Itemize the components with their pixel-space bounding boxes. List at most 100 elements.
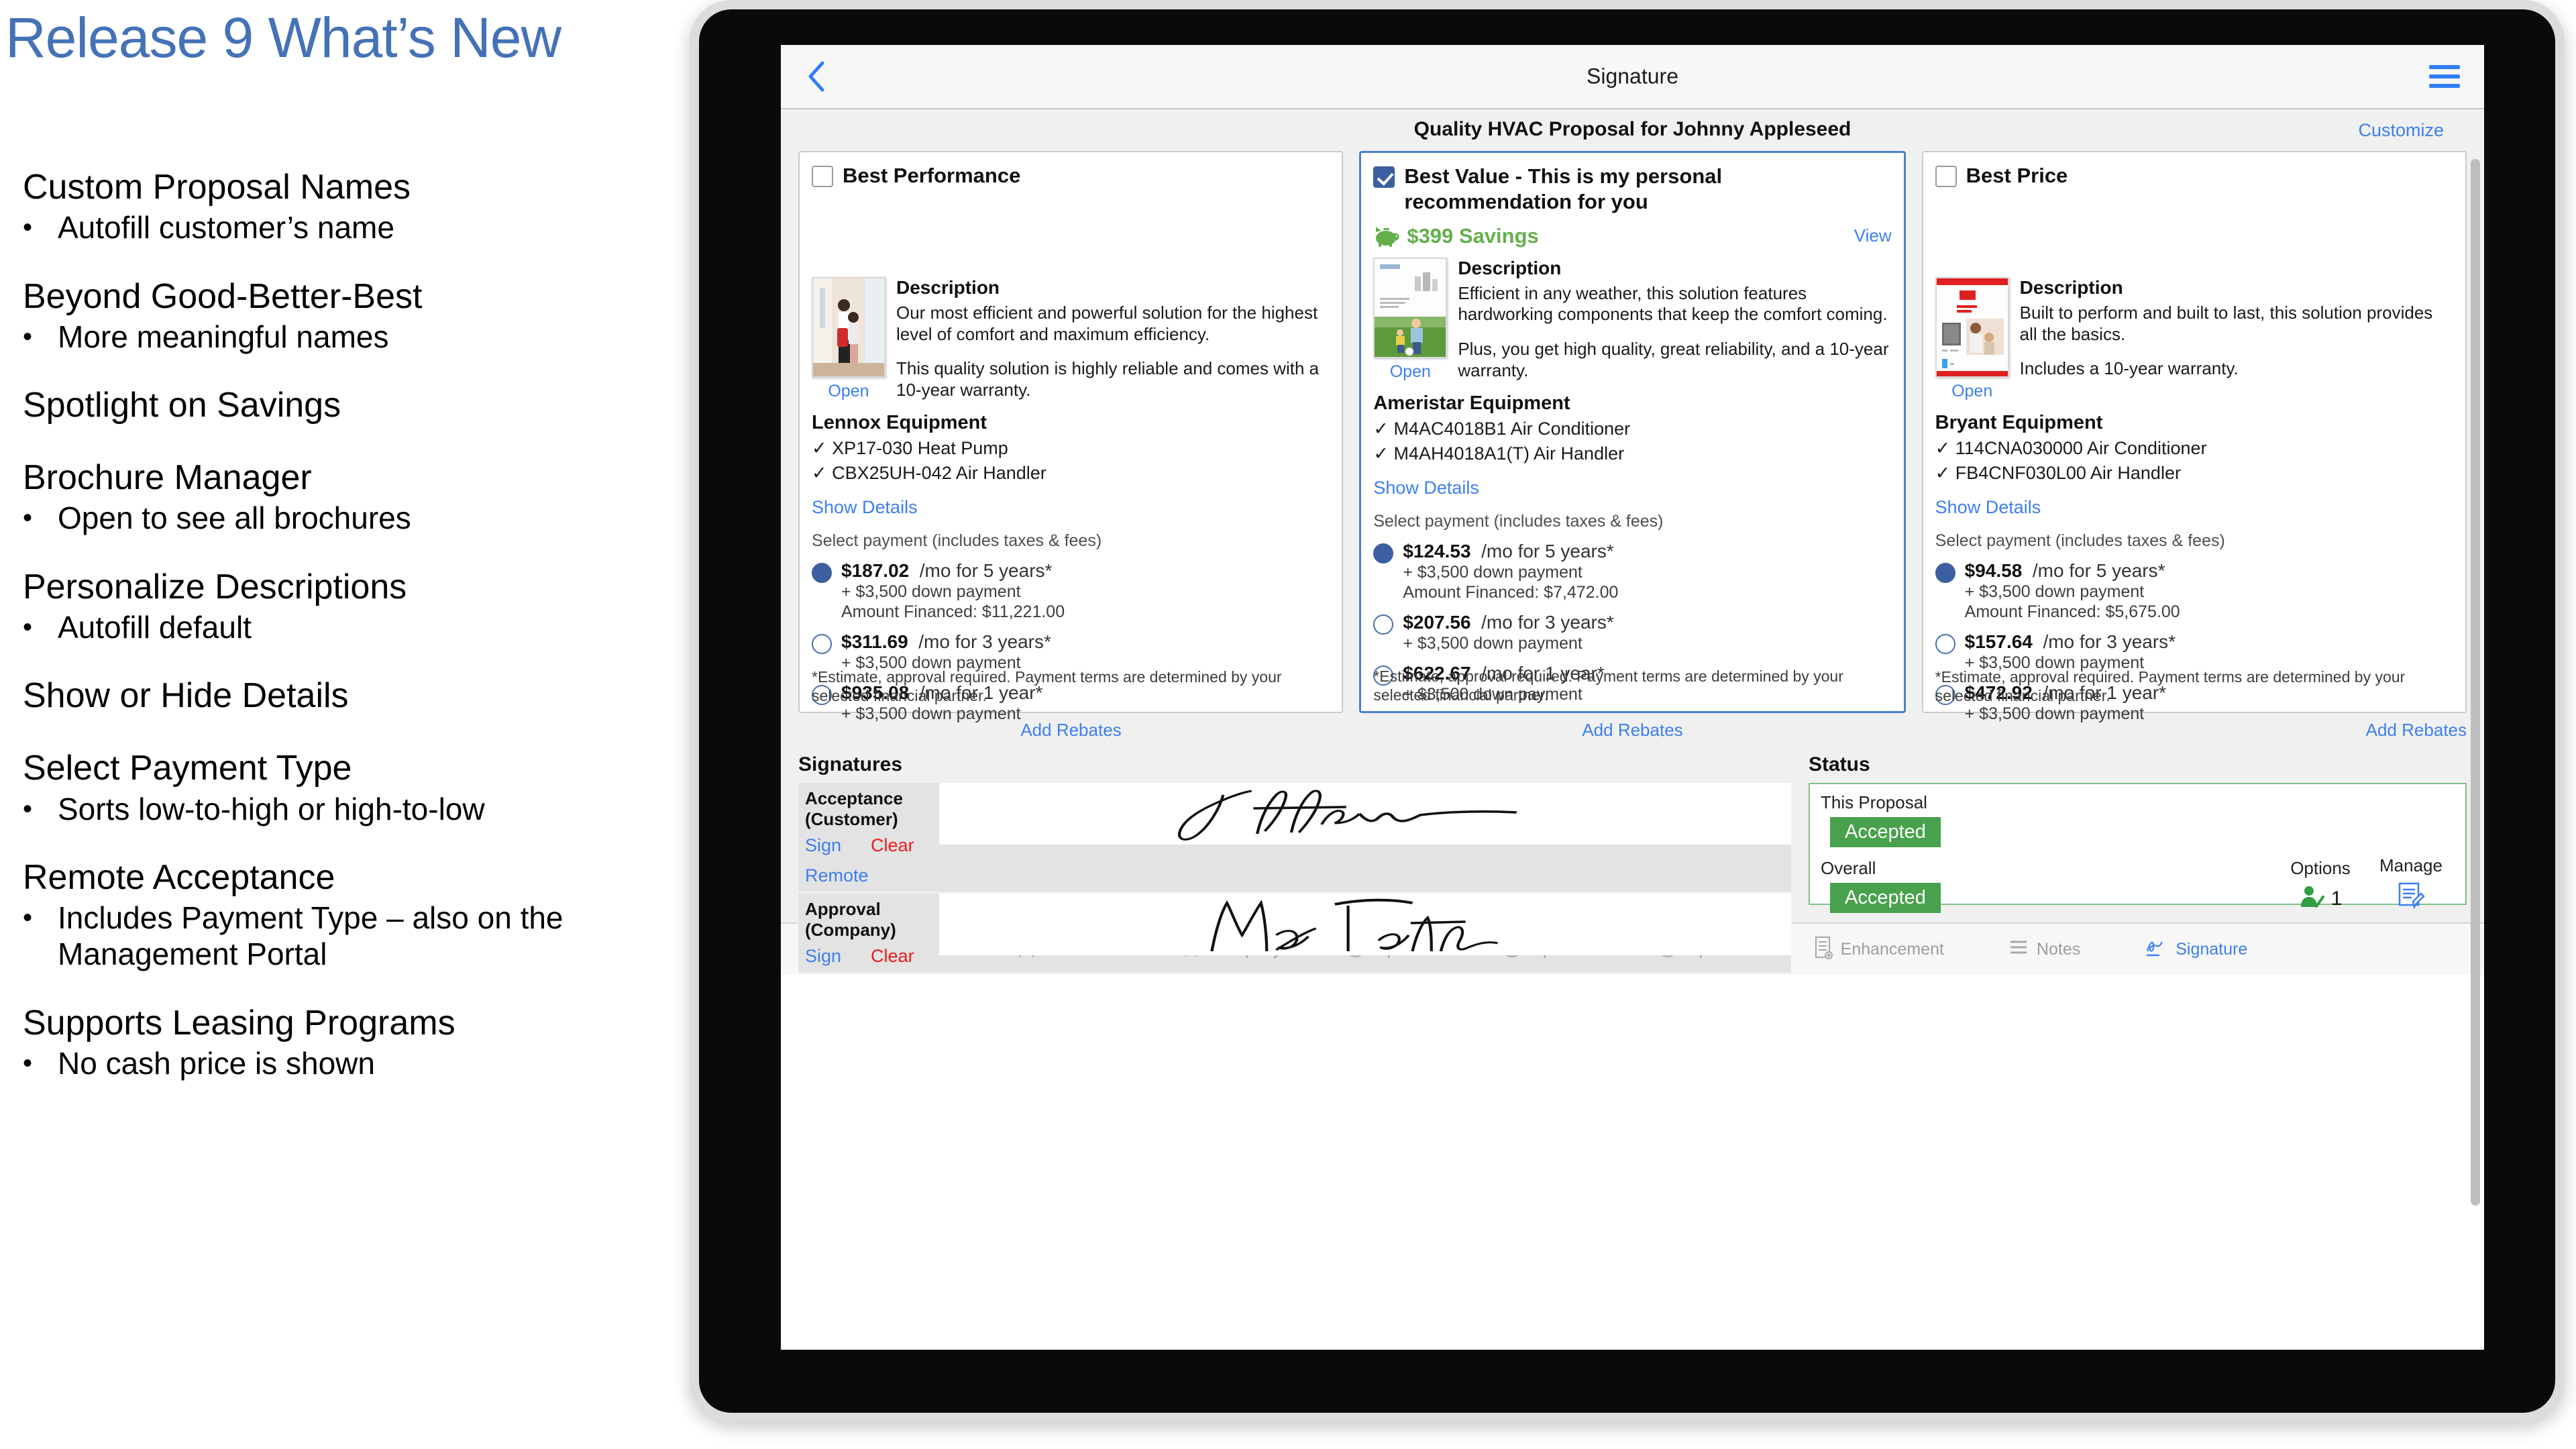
payment-down: + $3,500 down payment: [1964, 582, 2145, 601]
open-brochure-link[interactable]: Open: [1935, 382, 2009, 401]
slide-section: Show or Hide Details: [23, 676, 687, 715]
payment-radio[interactable]: [1373, 543, 1394, 564]
this-proposal-status-badge: Accepted: [1830, 817, 1941, 847]
payment-option[interactable]: $187.02 /mo for 5 years* + $3,500 down p…: [812, 560, 1330, 622]
payment-amount: $124.53: [1403, 540, 1471, 561]
show-details-link[interactable]: Show Details: [1935, 497, 2453, 518]
card-header[interactable]: Best Performance: [812, 163, 1330, 189]
payment-radio[interactable]: [1373, 614, 1394, 635]
payment-radio[interactable]: [812, 633, 832, 654]
piggy-bank-icon: [1373, 225, 1400, 247]
signatures-heading: Signatures: [798, 753, 903, 775]
description-paragraph: Our most efficient and powerful solution…: [896, 302, 1318, 344]
brochure-thumbnail-photo[interactable]: [812, 276, 885, 378]
option-columns: Best Performance Open Description Our mo…: [781, 151, 2484, 723]
brochure-thumb-wrap[interactable]: Open: [1935, 276, 2009, 401]
signature-row-acceptance: Acceptance (Customer) Sign Clear Remote: [798, 783, 1791, 894]
status-panel: Status This Proposal Accepted Overall Ac…: [1809, 749, 2467, 922]
document-edit-icon[interactable]: [2397, 881, 2425, 913]
equipment-heading: Bryant Equipment: [1935, 411, 2103, 433]
bullet-dot-icon: •: [23, 794, 33, 824]
overall-label: Overall: [1821, 858, 1876, 878]
card-header[interactable]: Best Value - This is my personal recomme…: [1373, 164, 1891, 215]
brochure-thumbnail-bryant[interactable]: [1935, 276, 2009, 378]
section-heading: Brochure Manager: [23, 458, 312, 498]
payment-option[interactable]: $124.53 /mo for 5 years* + $3,500 down p…: [1373, 541, 1891, 602]
open-brochure-link[interactable]: Open: [1373, 362, 1447, 382]
brochure-thumb-wrap[interactable]: Open: [812, 276, 885, 401]
option-title: Best Value - This is my personal recomme…: [1404, 164, 1723, 213]
brochure-thumbnail-ameristar[interactable]: [1373, 257, 1448, 358]
hamburger-menu-icon[interactable]: [2429, 65, 2460, 88]
payment-term: /mo for 3 years*: [918, 631, 1051, 652]
brochure-thumb-wrap[interactable]: Open: [1373, 257, 1448, 382]
payment-amount: $94.58: [1964, 559, 2023, 581]
sign-link[interactable]: Sign: [805, 946, 841, 967]
option-card-best-price[interactable]: Best Price Open Description Built to per…: [1921, 151, 2467, 723]
show-details-link[interactable]: Show Details: [1373, 478, 1891, 498]
equipment-item: ✓ CBX25UH-042 Air Handler: [812, 462, 1046, 483]
payment-option[interactable]: $311.69 /mo for 3 years* + $3,500 down p…: [812, 631, 1330, 673]
signatures-panel: Signatures Acceptance (Customer) Sign Cl…: [798, 749, 1791, 974]
options-count: 1: [2330, 887, 2343, 910]
manage-label: Manage: [2379, 855, 2443, 875]
option-checkbox[interactable]: [1935, 166, 1957, 187]
payment-option[interactable]: $94.58 /mo for 5 years* + $3,500 down pa…: [1935, 560, 2453, 622]
tab-signature[interactable]: Signature: [2145, 938, 2247, 961]
savings-amount: $399 Savings: [1407, 223, 1539, 248]
payment-amount: $311.69: [841, 631, 908, 652]
overall-status-badge: Accepted: [1830, 883, 1941, 913]
open-brochure-link[interactable]: Open: [812, 382, 885, 401]
payment-radio[interactable]: [1935, 562, 1955, 583]
slide-section: Brochure Manager • Open to see all broch…: [23, 458, 687, 537]
select-payment-label: Select payment (includes taxes & fees): [1935, 531, 2225, 550]
payment-radio[interactable]: [812, 562, 832, 583]
equipment-heading: Ameristar Equipment: [1373, 392, 1570, 414]
description-row: Open Description Our most efficient and …: [812, 276, 1330, 401]
description-heading: Description: [1458, 257, 1562, 278]
content-scrollbar[interactable]: [2471, 159, 2480, 1205]
clear-link[interactable]: Clear: [871, 946, 914, 967]
page-title: Signature: [1587, 64, 1678, 89]
tab-notes[interactable]: Notes: [2008, 939, 2080, 960]
show-details-link[interactable]: Show Details: [812, 497, 1330, 518]
payment-radio[interactable]: [1935, 633, 1955, 654]
tablet-device-frame: Signature Quality HVAC Proposal for John…: [690, 0, 2565, 1422]
signature-canvas-company[interactable]: [939, 894, 1791, 955]
tablet-screen: Signature Quality HVAC Proposal for John…: [781, 45, 2484, 1350]
proposal-header: Quality HVAC Proposal for Johnny Applese…: [781, 109, 2484, 151]
option-checkbox[interactable]: [812, 166, 833, 187]
option-card-best-value[interactable]: Best Value - This is my personal recomme…: [1359, 151, 1906, 713]
payment-option[interactable]: $207.56 /mo for 3 years* + $3,500 down p…: [1373, 612, 1891, 653]
sign-link[interactable]: Sign: [805, 835, 841, 856]
this-proposal-label: This Proposal: [1821, 792, 1927, 812]
tab-enhancement[interactable]: Enhancement: [1814, 936, 1944, 963]
section-heading: Custom Proposal Names: [23, 168, 411, 207]
section-bullet: • Autofill default: [23, 609, 252, 645]
customize-link[interactable]: Customize: [2358, 120, 2444, 141]
payment-down: + $3,500 down payment: [1403, 562, 1582, 582]
equipment-item: ✓ M4AH4018A1(T) Air Handler: [1373, 443, 1625, 464]
description-row: Open Description Built to perform and bu…: [1935, 276, 2453, 401]
option-card-best-performance[interactable]: Best Performance Open Description Our mo…: [798, 151, 1344, 723]
signature-label: Acceptance (Customer): [805, 788, 903, 829]
savings-row: $399 Savings View: [1373, 223, 1892, 248]
section-heading: Select Payment Type: [23, 749, 352, 788]
signature-canvas-customer[interactable]: [939, 783, 1791, 845]
add-rebates-link[interactable]: Add Rebates: [1360, 713, 1905, 749]
section-bullet: • No cash price is shown: [23, 1045, 375, 1081]
estimate-note: *Estimate, approval required. Payment te…: [1373, 667, 1843, 704]
card-header[interactable]: Best Price: [1935, 163, 2453, 189]
description-paragraph: Built to perform and built to last, this…: [2019, 302, 2433, 344]
remote-link[interactable]: Remote: [805, 865, 939, 886]
view-savings-link[interactable]: View: [1854, 225, 1892, 246]
slide-title: Release 9 What’s New: [5, 6, 561, 69]
payment-term: /mo for 3 years*: [2043, 631, 2176, 652]
payment-option[interactable]: $157.64 /mo for 3 years* + $3,500 down p…: [1935, 631, 2453, 673]
slide-section: Spotlight on Savings: [23, 386, 687, 425]
status-heading: Status: [1809, 753, 1870, 775]
payment-amount: $207.56: [1403, 611, 1471, 633]
option-checkbox[interactable]: [1373, 166, 1395, 188]
clear-link[interactable]: Clear: [871, 835, 914, 856]
payment-down: + $3,500 down payment: [1964, 704, 2145, 723]
